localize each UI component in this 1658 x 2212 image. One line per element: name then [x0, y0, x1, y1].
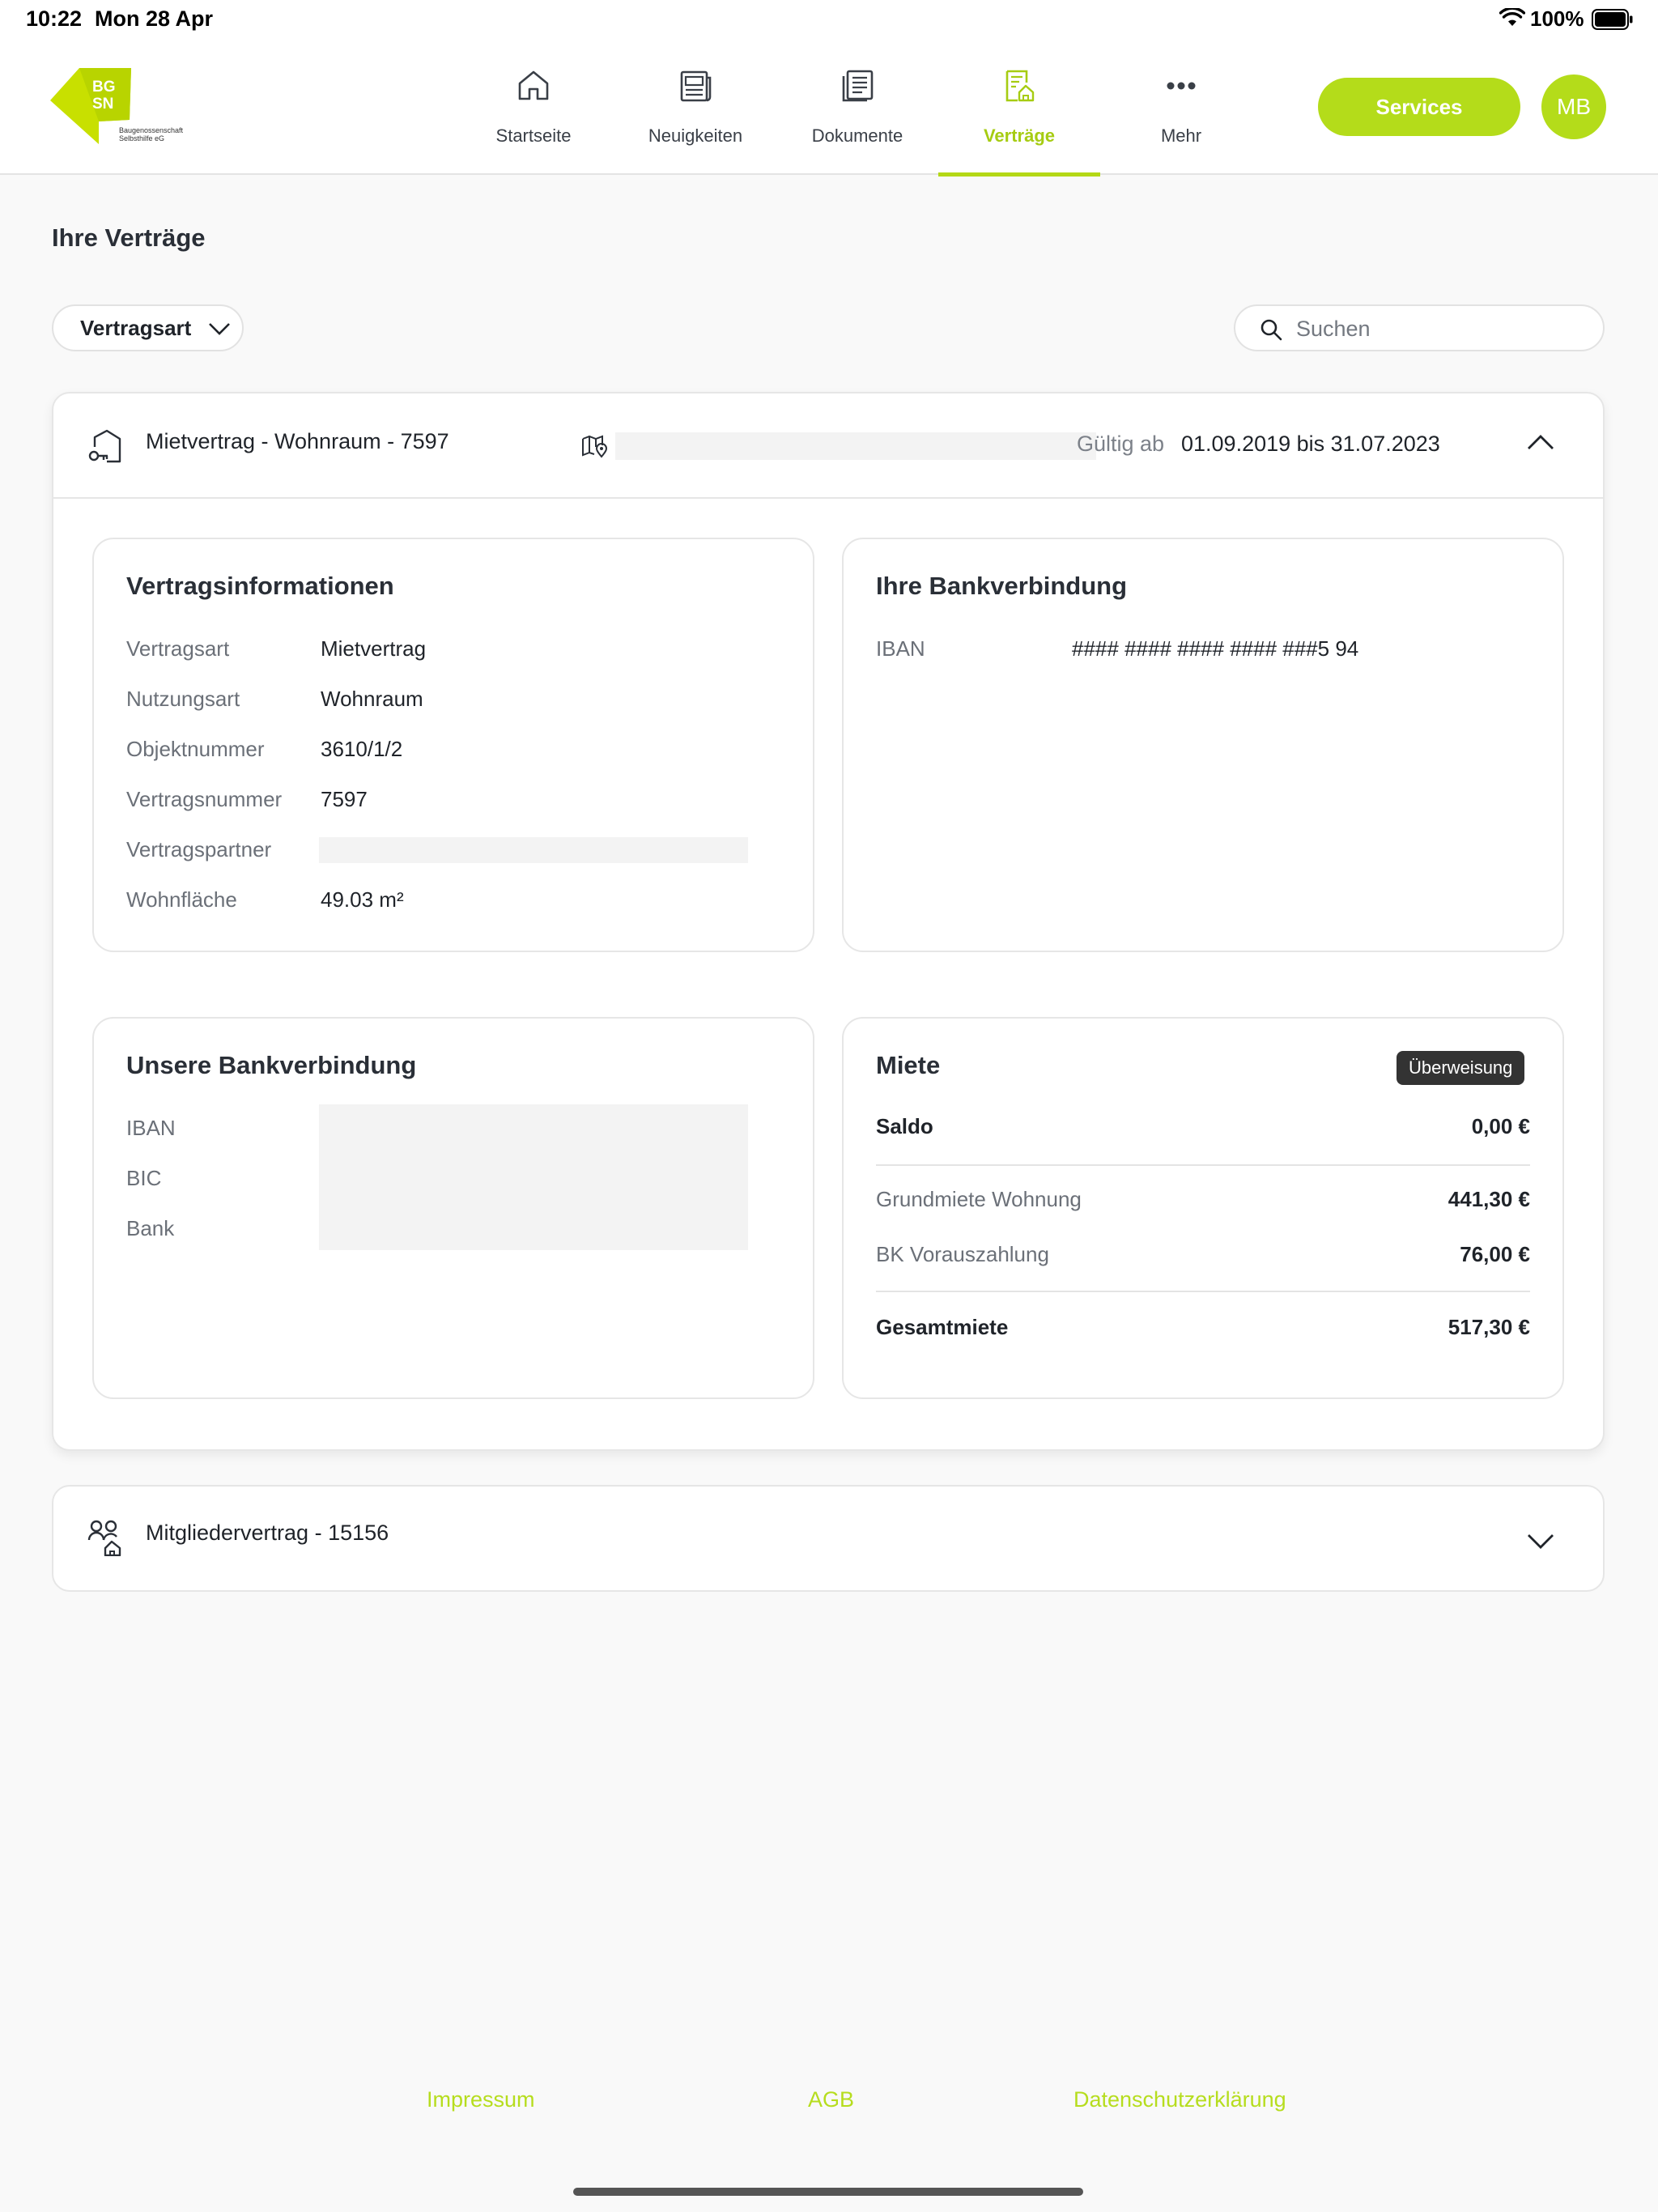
- iban-label: IBAN: [876, 636, 925, 661]
- app-header: BG SN Baugenossenschaft Selbsthilfe eG S…: [0, 39, 1658, 177]
- panel-heading: Vertragsinformationen: [126, 572, 394, 600]
- search-box[interactable]: [1234, 304, 1605, 351]
- member-contract-card[interactable]: Mitgliedervertrag - 15156: [52, 1485, 1605, 1592]
- svg-text:SN: SN: [92, 96, 113, 113]
- info-label: Vertragsart: [126, 636, 230, 661]
- rent-item-label: Grundmiete Wohnung: [876, 1187, 1082, 1211]
- info-label: Nutzungsart: [126, 687, 240, 711]
- status-date: Mon 28 Apr: [95, 6, 214, 31]
- info-label: Vertragsnummer: [126, 787, 283, 811]
- page-title: Ihre Verträge: [52, 223, 206, 252]
- our-bank-label: Bank: [126, 1216, 175, 1240]
- impressum-link[interactable]: Impressum: [427, 2087, 535, 2112]
- logo-subtitle-line1: Baugenossenschaft: [119, 126, 184, 134]
- partner-redacted: [319, 837, 748, 863]
- active-tab-indicator: [938, 172, 1100, 177]
- info-value: 3610/1/2: [321, 737, 403, 761]
- info-value: Wohnraum: [321, 687, 423, 711]
- chevron-down-icon[interactable]: [1525, 1532, 1556, 1551]
- valid-range: 01.09.2019 bis 31.07.2023: [1181, 432, 1440, 456]
- wifi-icon: [1499, 8, 1525, 26]
- payment-method-badge: Überweisung: [1397, 1051, 1525, 1085]
- info-label: Vertragspartner: [126, 837, 272, 861]
- nav-label: Neuigkeiten: [648, 125, 743, 146]
- members-house-icon: [87, 1520, 121, 1556]
- avatar[interactable]: MB: [1541, 74, 1606, 139]
- info-value: 7597: [321, 787, 368, 811]
- contract-info-panel: Vertragsinformationen Vertragsart Mietve…: [92, 538, 814, 952]
- nav-startseite[interactable]: Startseite: [453, 39, 614, 175]
- nav-label: Startseite: [495, 125, 572, 146]
- rent-panel: Miete Überweisung Saldo 0,00 € Grundmiet…: [842, 1017, 1564, 1399]
- info-value: 49.03 m²: [321, 887, 404, 912]
- contracts-icon: [1005, 70, 1035, 102]
- nav-label: Dokumente: [811, 125, 903, 146]
- home-indicator[interactable]: [573, 2188, 1083, 2196]
- search-input[interactable]: [1296, 314, 1588, 343]
- house-key-icon: [88, 429, 121, 463]
- search-icon: [1261, 319, 1282, 341]
- our-bic-label: BIC: [126, 1166, 162, 1190]
- rent-item-label: BK Vorauszahlung: [876, 1242, 1049, 1266]
- bank-details-redacted: [319, 1104, 748, 1250]
- address-redacted: [615, 432, 1096, 460]
- saldo-label: Saldo: [876, 1114, 933, 1138]
- saldo-value: 0,00 €: [1471, 1114, 1530, 1138]
- contract-type-filter[interactable]: Vertragsart: [52, 304, 244, 351]
- logo-subtitle: Baugenossenschaft Selbsthilfe eG: [119, 126, 183, 143]
- panel-heading: Miete: [876, 1051, 941, 1079]
- our-bank-panel: Unsere Bankverbindung IBAN BIC Bank: [92, 1017, 814, 1399]
- status-bar: 10:22 Mon 28 Apr 100%: [0, 0, 1658, 39]
- info-value: Mietvertrag: [321, 636, 427, 661]
- member-contract-title: Mitgliedervertrag - 15156: [146, 1521, 389, 1545]
- services-button[interactable]: Services: [1318, 78, 1520, 136]
- nav-dokumente[interactable]: Dokumente: [776, 39, 938, 175]
- svg-text:BG: BG: [92, 79, 116, 96]
- news-icon: [680, 70, 712, 102]
- rent-item-value: 441,30 €: [1448, 1187, 1530, 1211]
- agb-link[interactable]: AGB: [808, 2087, 854, 2112]
- contract-title: Mietvertrag - Wohnraum - 7597: [146, 429, 449, 453]
- logo-subtitle-line2: Selbsthilfe eG: [119, 134, 165, 143]
- battery-icon: [1592, 9, 1633, 30]
- chevron-up-icon[interactable]: [1525, 432, 1556, 452]
- total-rent-value: 517,30 €: [1448, 1315, 1530, 1339]
- total-rent-label: Gesamtmiete: [876, 1315, 1009, 1339]
- filter-label: Vertragsart: [80, 316, 192, 340]
- panel-heading: Unsere Bankverbindung: [126, 1051, 417, 1079]
- nav-label: Mehr: [1160, 125, 1202, 146]
- your-bank-panel: Ihre Bankverbindung IBAN #### #### #### …: [842, 538, 1564, 952]
- divider: [876, 1291, 1530, 1292]
- info-label: Wohnfläche: [126, 887, 237, 912]
- contract-card-header[interactable]: Mietvertrag - Wohnraum - 7597 Gültig ab …: [53, 393, 1603, 499]
- nav-neuigkeiten[interactable]: Neuigkeiten: [614, 39, 776, 175]
- battery-percent: 100%: [1530, 6, 1584, 31]
- nav-vertraege[interactable]: Verträge: [938, 39, 1100, 177]
- contract-card-expanded: Mietvertrag - Wohnraum - 7597 Gültig ab …: [52, 392, 1605, 1451]
- chevron-down-icon: [209, 323, 230, 335]
- map-pin-icon: [582, 435, 608, 458]
- documents-icon: [842, 70, 874, 102]
- status-time: 10:22: [26, 6, 83, 31]
- panel-heading: Ihre Bankverbindung: [876, 572, 1128, 600]
- valid-from-label: Gültig ab: [1077, 432, 1165, 456]
- divider: [876, 1164, 1530, 1166]
- nav-mehr[interactable]: Mehr: [1100, 39, 1262, 175]
- more-icon: [1167, 82, 1196, 90]
- our-iban-label: IBAN: [126, 1116, 176, 1140]
- iban-value: #### #### #### #### ###5 94: [1072, 636, 1359, 661]
- nav-label: Verträge: [983, 125, 1056, 146]
- rent-item-value: 76,00 €: [1460, 1242, 1530, 1266]
- privacy-link[interactable]: Datenschutzerklärung: [1073, 2087, 1286, 2112]
- info-label: Objektnummer: [126, 737, 265, 761]
- home-icon: [518, 70, 549, 100]
